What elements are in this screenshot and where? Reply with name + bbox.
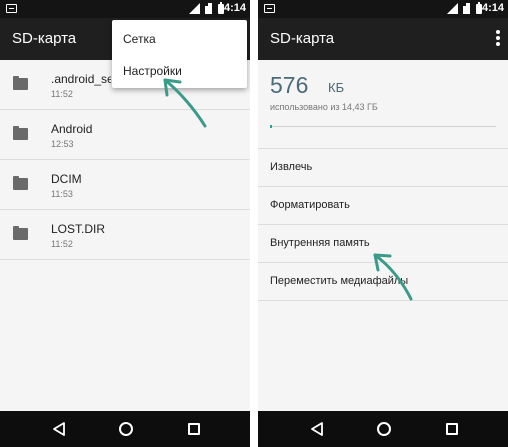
sd-card-icon	[205, 3, 212, 14]
file-row-lost-dir[interactable]: LOST.DIR 11:52	[0, 210, 250, 260]
folder-icon	[13, 176, 28, 190]
home-icon[interactable]	[119, 422, 133, 436]
overflow-menu-icon[interactable]	[496, 30, 500, 48]
action-label: Извлечь	[270, 161, 313, 173]
folder-icon	[13, 226, 28, 240]
file-time: 11:52	[51, 89, 73, 99]
storage-progress-bar	[270, 125, 496, 128]
right-phone-screen: 14:14 SD-карта 576 КБ использовано из 14…	[258, 0, 508, 447]
menu-item-grid[interactable]: Сетка	[112, 24, 247, 54]
status-time: 14:14	[475, 2, 504, 14]
file-name: .android_sec	[51, 72, 111, 86]
status-time: 14:14	[217, 2, 246, 14]
file-name: LOST.DIR	[51, 222, 106, 236]
notification-icon	[264, 4, 275, 13]
file-time: 12:53	[51, 139, 74, 149]
file-row-dcim[interactable]: DCIM 11:53	[0, 160, 250, 210]
notification-icon	[6, 4, 17, 13]
menu-item-label: Сетка	[123, 32, 156, 46]
file-name: DCIM	[51, 172, 82, 186]
storage-used-unit: КБ	[328, 80, 345, 95]
back-icon[interactable]	[310, 422, 324, 436]
folder-icon	[13, 76, 28, 90]
navigation-bar	[0, 411, 250, 447]
file-row-android[interactable]: Android 12:53	[0, 110, 250, 160]
navigation-bar	[258, 411, 508, 447]
home-icon[interactable]	[377, 422, 391, 436]
eject-button[interactable]: Извлечь	[258, 149, 508, 187]
format-button[interactable]: Форматировать	[258, 187, 508, 225]
move-media-button[interactable]: Переместить медиафайлы	[258, 263, 508, 301]
recents-icon[interactable]	[446, 423, 458, 435]
file-time: 11:52	[51, 239, 73, 249]
overflow-menu: Сетка Настройки	[112, 20, 247, 88]
storage-used-value: 576	[270, 72, 309, 98]
action-label: Внутренняя память	[270, 237, 370, 249]
signal-icon	[447, 3, 458, 14]
file-name: Android	[51, 122, 93, 136]
action-label: Форматировать	[270, 199, 350, 211]
storage-summary: 576 КБ использовано из 14,43 ГБ	[258, 60, 508, 150]
file-time: 11:53	[51, 189, 73, 199]
signal-icon	[189, 3, 200, 14]
storage-capacity-text: использовано из 14,43 ГБ	[270, 102, 378, 112]
page-title: SD-карта	[12, 30, 77, 47]
action-label: Переместить медиафайлы	[270, 275, 409, 287]
left-phone-screen: 14:14 SD-карта .android_sec 11:52 Androi…	[0, 0, 250, 447]
recents-icon[interactable]	[188, 423, 200, 435]
status-bar: 14:14	[0, 0, 250, 18]
app-bar: SD-карта	[258, 18, 508, 60]
sd-card-icon	[463, 3, 470, 14]
page-title: SD-карта	[270, 30, 335, 47]
folder-icon	[13, 126, 28, 140]
menu-item-settings[interactable]: Настройки	[112, 56, 247, 86]
storage-progress-fill	[270, 125, 272, 128]
back-icon[interactable]	[52, 422, 66, 436]
status-bar: 14:14	[258, 0, 508, 18]
internal-storage-button[interactable]: Внутренняя память	[258, 225, 508, 263]
menu-item-label: Настройки	[123, 64, 182, 78]
